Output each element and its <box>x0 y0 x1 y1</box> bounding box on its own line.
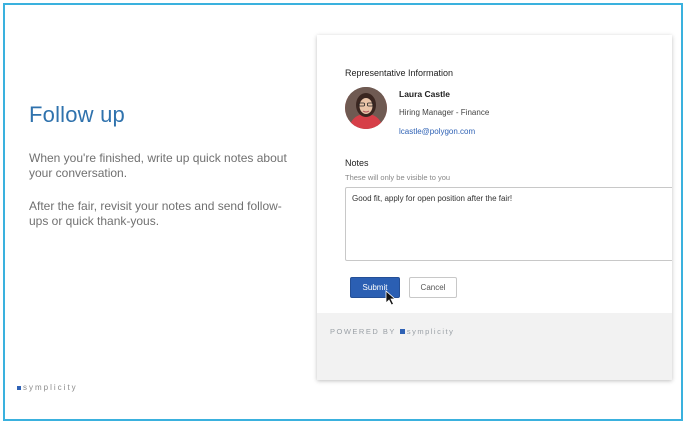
instruction-followup: After the fair, revisit your notes and s… <box>29 199 282 228</box>
powered-by-label: POWERED BY <box>330 327 396 336</box>
app-screenshot: Representative Information Laura Castle … <box>317 35 672 380</box>
powered-by-brand: symplicity <box>406 327 455 336</box>
representative-email-link[interactable]: lcastle@polygon.com <box>399 127 475 136</box>
representative-role: Hiring Manager - Finance <box>399 108 490 117</box>
instruction-notes: When you're finished, write up quick not… <box>29 151 287 180</box>
powered-by-footer: POWERED BY symplicity <box>330 327 454 336</box>
brand-square-icon <box>399 329 405 334</box>
slide-brand-text: symplicity <box>23 383 78 392</box>
representative-info-header: Representative Information <box>345 68 454 78</box>
cancel-button[interactable]: Cancel <box>409 277 457 298</box>
mouse-pointer-icon <box>385 290 397 306</box>
brand-square-icon <box>17 385 21 390</box>
notes-label: Notes <box>345 158 369 168</box>
slide: Follow up When you're finished, write up… <box>3 3 683 421</box>
notes-hint: These will only be visible to you <box>345 173 451 182</box>
slide-brand-logo: symplicity <box>17 383 78 392</box>
avatar <box>345 87 387 129</box>
notes-form: Representative Information Laura Castle … <box>317 35 672 313</box>
person-avatar-icon <box>345 87 387 129</box>
representative-name: Laura Castle <box>399 89 451 99</box>
notes-textarea[interactable]: Good fit, apply for open position after … <box>345 187 672 261</box>
slide-title: Follow up <box>29 102 125 127</box>
